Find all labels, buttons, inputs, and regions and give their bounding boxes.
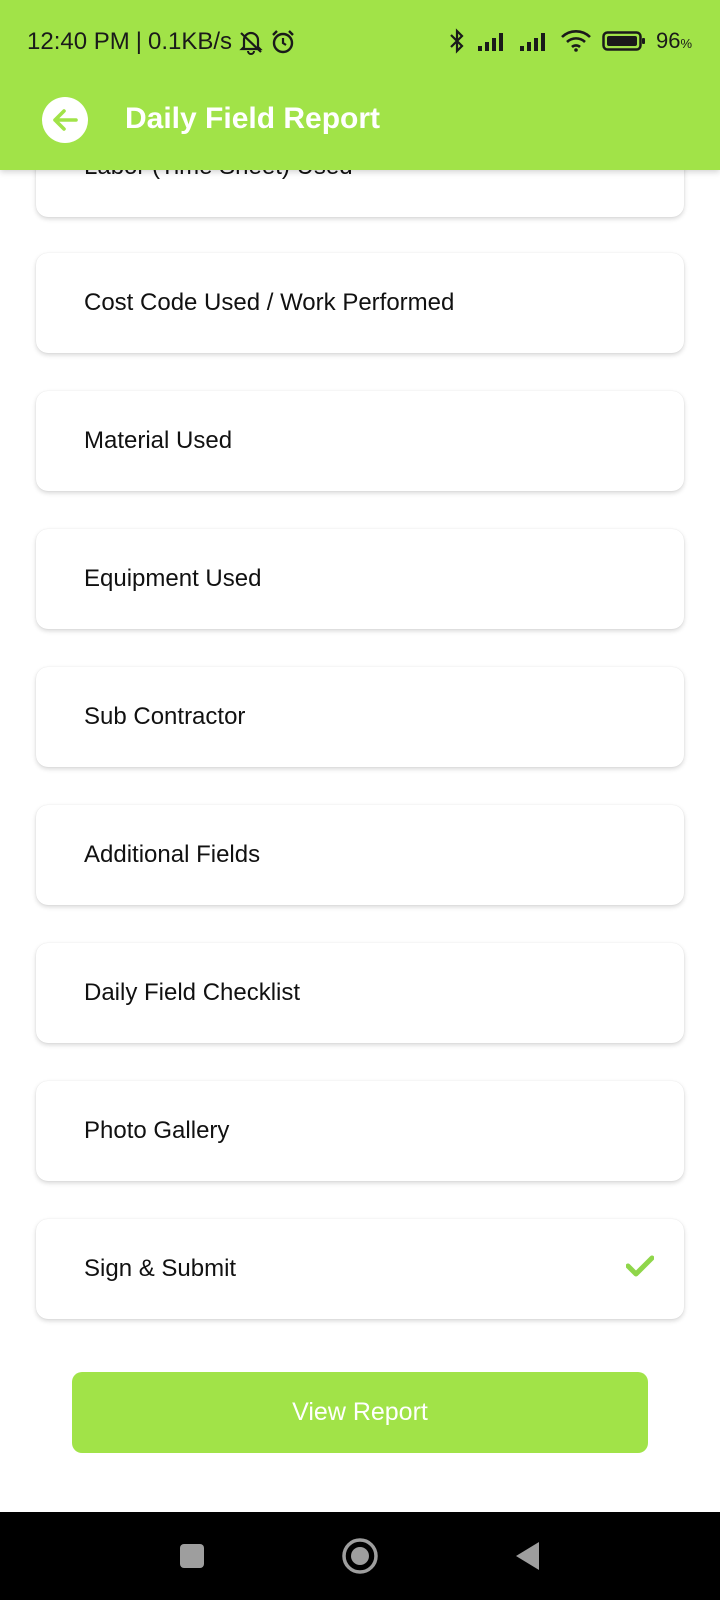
section-label: Photo Gallery <box>84 1117 230 1144</box>
home-button[interactable] <box>338 1534 382 1578</box>
alarm-icon <box>270 29 296 55</box>
signal-icon <box>476 30 508 52</box>
status-bar: 12:40 PM | 0.1KB/s 96% <box>0 0 720 86</box>
section-item-daily-field-checklist[interactable]: Daily Field Checklist <box>36 943 684 1043</box>
recents-icon <box>178 1542 206 1570</box>
signal-icon <box>518 30 550 52</box>
wifi-icon <box>560 29 592 53</box>
section-label: Cost Code Used / Work Performed <box>84 289 455 316</box>
bluetooth-icon <box>448 28 466 54</box>
battery-unit: % <box>680 36 692 51</box>
battery-percent: 96% <box>655 28 692 53</box>
back-arrow-icon <box>50 105 80 135</box>
view-report-button[interactable]: View Report <box>72 1372 648 1453</box>
back-icon <box>513 1540 543 1572</box>
section-item-cost-code[interactable]: Cost Code Used / Work Performed <box>36 253 684 353</box>
network-speed: 0.1KB/s <box>147 28 233 55</box>
back-button[interactable] <box>42 97 88 143</box>
section-item-sign-submit[interactable]: Sign & Submit <box>36 1219 684 1319</box>
battery-icon <box>602 30 646 52</box>
section-label: Daily Field Checklist <box>84 979 301 1006</box>
section-label: Additional Fields <box>84 841 261 868</box>
home-icon <box>340 1536 380 1576</box>
section-item-equipment[interactable]: Equipment Used <box>36 529 684 629</box>
app-bar: Daily Field Report <box>0 86 720 170</box>
section-item-sub-contractor[interactable]: Sub Contractor <box>36 667 684 767</box>
section-item-material[interactable]: Material Used <box>36 391 684 491</box>
nav-back-button[interactable] <box>506 1534 550 1578</box>
section-item-photo-gallery[interactable]: Photo Gallery <box>36 1081 684 1181</box>
header: 12:40 PM | 0.1KB/s 96% Daily Field Repor… <box>0 0 720 170</box>
section-label: Sign & Submit <box>84 1255 237 1282</box>
status-separator: | <box>135 28 142 55</box>
section-label: Equipment Used <box>84 565 262 592</box>
section-label: Sub Contractor <box>84 703 246 730</box>
section-label: Material Used <box>84 427 233 454</box>
section-list[interactable]: Labor (Time Sheet) Used Cost Code Used /… <box>0 0 720 1512</box>
system-nav-bar <box>0 1512 720 1600</box>
status-time: 12:40 PM <box>27 28 130 55</box>
recents-button[interactable] <box>170 1534 214 1578</box>
section-item-additional-fields[interactable]: Additional Fields <box>36 805 684 905</box>
mute-notifications-icon <box>238 29 264 55</box>
page-title: Daily Field Report <box>125 102 381 135</box>
checkmark-icon <box>625 1255 655 1282</box>
